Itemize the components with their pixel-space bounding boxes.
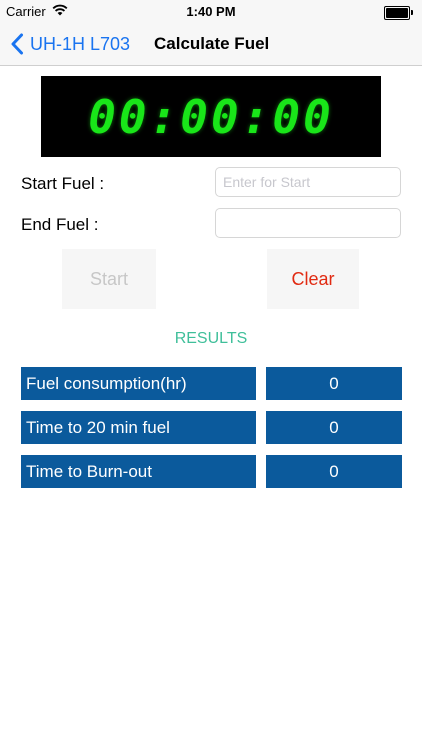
timer-display: 00:00:00	[41, 76, 381, 157]
status-bar: Carrier 1:40 PM	[0, 0, 422, 22]
end-fuel-label: End Fuel :	[21, 215, 99, 234]
result-row-time-to-burn-out: Time to Burn-out 0	[21, 455, 402, 488]
clear-button[interactable]: Clear	[267, 249, 359, 309]
start-fuel-label: Start Fuel :	[21, 174, 105, 193]
status-time: 1:40 PM	[186, 4, 236, 19]
result-label: Time to Burn-out	[21, 455, 256, 488]
results-heading: RESULTS	[174, 330, 248, 347]
start-fuel-input[interactable]	[215, 167, 401, 197]
result-value: 0	[266, 411, 402, 444]
page-title: Calculate Fuel	[154, 34, 270, 53]
back-button-label: UH-1H L703	[30, 33, 131, 54]
result-row-fuel-consumption: Fuel consumption(hr) 0	[21, 367, 402, 400]
start-button[interactable]: Start	[62, 249, 156, 309]
back-button[interactable]: UH-1H L703	[10, 30, 130, 58]
result-value: 0	[266, 455, 402, 488]
chevron-left-icon	[11, 33, 23, 55]
result-label: Time to 20 min fuel	[21, 411, 256, 444]
end-fuel-input[interactable]	[215, 208, 401, 238]
battery-icon	[384, 6, 413, 20]
result-row-time-to-20-min: Time to 20 min fuel 0	[21, 411, 402, 444]
navigation-bar: UH-1H L703 Calculate Fuel	[0, 22, 422, 66]
timer-readout: 00:00:00	[88, 89, 334, 144]
result-value: 0	[266, 367, 402, 400]
result-label: Fuel consumption(hr)	[21, 367, 256, 400]
